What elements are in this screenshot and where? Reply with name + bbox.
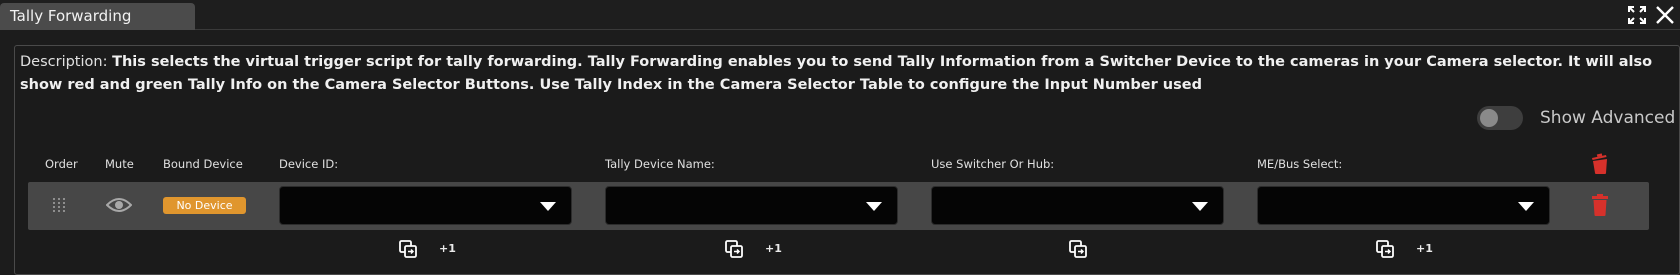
header-mute: Mute	[105, 157, 134, 171]
chevron-down-icon	[866, 202, 882, 211]
chevron-down-icon	[540, 202, 556, 211]
header-device-id: Device ID:	[279, 157, 339, 171]
header-bound-device: Bound Device	[163, 157, 243, 171]
description-label: Description:	[20, 54, 108, 70]
tally-device-name-select[interactable]	[605, 186, 898, 225]
copy-icon[interactable]	[1375, 239, 1395, 263]
toggle-knob	[1480, 109, 1498, 127]
header-use-switcher-or-hub: Use Switcher Or Hub:	[931, 157, 1055, 171]
delete-row-icon[interactable]	[1591, 194, 1609, 220]
me-bus-select-select[interactable]	[1257, 186, 1550, 225]
header-me-bus-select: ME/Bus Select:	[1257, 157, 1343, 171]
drag-handle-icon[interactable]	[52, 197, 66, 217]
description-text: This selects the virtual trigger script …	[20, 54, 1653, 93]
bound-device-badge[interactable]: No Device	[163, 197, 246, 214]
chevron-down-icon	[1192, 202, 1208, 211]
me-bus-select-plus-one-button[interactable]: +1	[1416, 242, 1433, 256]
description: Description: This selects the virtual tr…	[20, 51, 1660, 97]
show-advanced-toggle[interactable]	[1477, 106, 1523, 130]
copy-icon[interactable]	[398, 239, 418, 263]
chevron-down-icon	[1518, 202, 1534, 211]
header-tally-device-name: Tally Device Name:	[605, 157, 715, 171]
device-id-select[interactable]	[279, 186, 572, 225]
show-advanced-label: Show Advanced	[1540, 108, 1676, 128]
device-id-plus-one-button[interactable]: +1	[439, 242, 456, 256]
tab-tally-forwarding[interactable]: Tally Forwarding	[0, 3, 195, 30]
eye-icon[interactable]	[105, 196, 133, 218]
header-order: Order	[45, 157, 78, 171]
use-switcher-or-hub-select[interactable]	[931, 186, 1224, 225]
expand-icon[interactable]	[1626, 4, 1648, 26]
delete-all-icon[interactable]	[1590, 153, 1610, 179]
copy-icon[interactable]	[1068, 239, 1088, 263]
tally-device-name-plus-one-button[interactable]: +1	[765, 242, 782, 256]
close-icon[interactable]	[1654, 4, 1676, 26]
copy-icon[interactable]	[724, 239, 744, 263]
title-bar: Tally Forwarding	[0, 0, 1680, 30]
